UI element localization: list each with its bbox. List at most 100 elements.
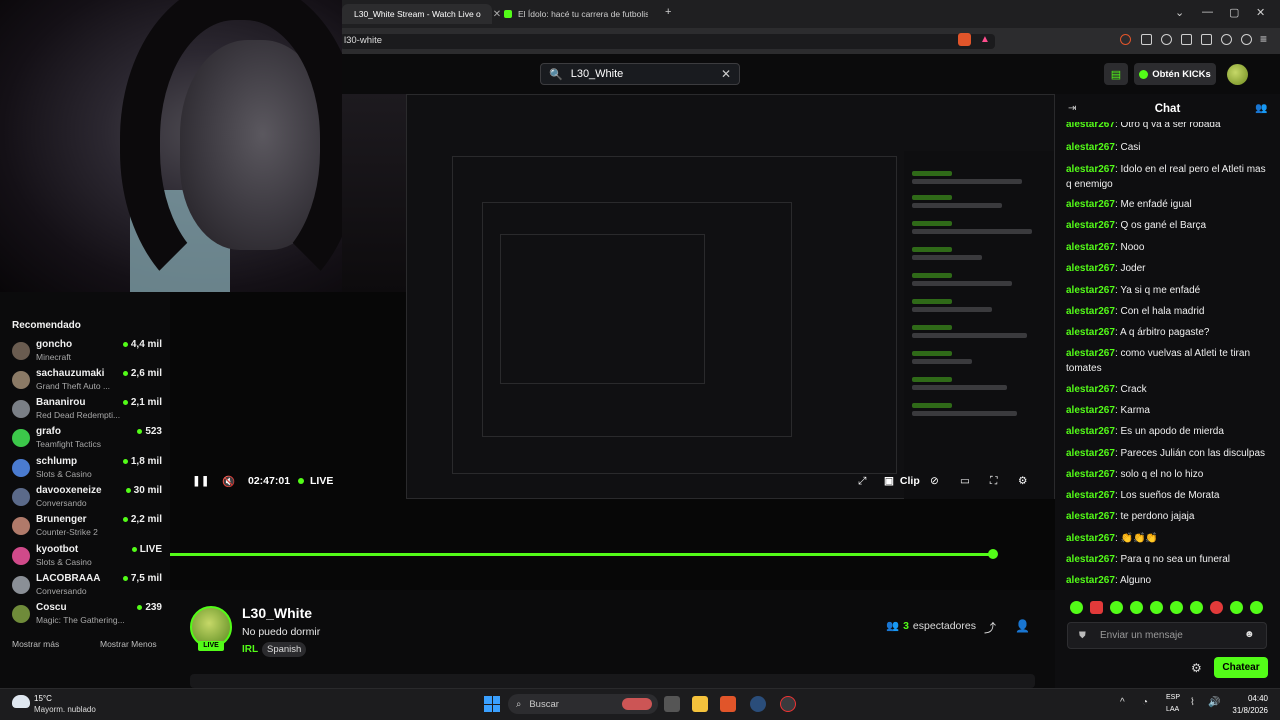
brave-rewards-icon[interactable]: ▲ xyxy=(980,34,990,45)
chat-username[interactable]: alestar267 xyxy=(1066,285,1115,296)
user-avatar[interactable] xyxy=(1227,64,1248,85)
keyboard-layout-indicator[interactable]: LAA xyxy=(1166,706,1179,713)
pip-button[interactable]: ▭ xyxy=(960,475,970,487)
chat-settings-gear-icon[interactable]: ⚙ xyxy=(1191,661,1202,675)
emote-icon[interactable] xyxy=(1170,601,1183,614)
new-tab-icon[interactable]: + xyxy=(665,6,671,18)
tab-list-chevron-icon[interactable]: ⌄ xyxy=(1175,6,1184,19)
emoji-picker-icon[interactable]: ☻ xyxy=(1244,629,1255,640)
chat-username[interactable]: alestar267 xyxy=(1066,327,1115,338)
chat-username[interactable]: alestar267 xyxy=(1066,533,1115,544)
emote-icon[interactable] xyxy=(1230,601,1243,614)
share-icon[interactable]: ⤴ xyxy=(984,619,996,636)
puzzle-icon[interactable] xyxy=(1141,34,1152,45)
wifi-icon[interactable]: ⌇ xyxy=(1190,697,1195,708)
menu-icon[interactable]: ≡ xyxy=(1260,32,1267,46)
chat-username[interactable]: alestar267 xyxy=(1066,348,1115,359)
sidebar-channel-bananirou[interactable]: Bananirou Red Dead Redempti... 2,1 mil xyxy=(12,397,162,423)
music-icon[interactable] xyxy=(1161,34,1172,45)
tray-chevron-icon[interactable]: ^ xyxy=(1120,697,1125,708)
clip-button[interactable]: ▣ Clip xyxy=(884,475,920,487)
chat-username[interactable]: alestar267 xyxy=(1066,384,1115,395)
clear-search-icon[interactable]: ✕ xyxy=(721,67,731,81)
chat-username[interactable]: alestar267 xyxy=(1066,469,1115,480)
url-field[interactable]: l30-white xyxy=(340,34,995,49)
chat-username[interactable]: alestar267 xyxy=(1066,220,1115,231)
sidebar-channel-brunenger[interactable]: Brunenger Counter-Strike 2 2,2 mil xyxy=(12,514,162,540)
steam-icon[interactable] xyxy=(750,696,766,712)
emote-icon[interactable] xyxy=(1110,601,1123,614)
streamer-name[interactable]: L30_White xyxy=(242,605,312,621)
search-input[interactable]: 🔍 L30_White ✕ xyxy=(540,63,740,85)
sidebar-channel-goncho[interactable]: goncho Minecraft 4,4 mil xyxy=(12,339,162,365)
stream-category[interactable]: IRL xyxy=(242,644,258,655)
sidebar-channel-schlump[interactable]: schlump Slots & Casino 1,8 mil xyxy=(12,456,162,482)
emote-icon[interactable] xyxy=(1090,601,1103,614)
emote-icon[interactable] xyxy=(1250,601,1263,614)
brave-browser-icon[interactable] xyxy=(720,696,736,712)
get-kicks-button[interactable]: Obtén KICKs xyxy=(1134,63,1216,85)
emote-icon[interactable] xyxy=(1070,601,1083,614)
chat-username[interactable]: alestar267 xyxy=(1066,575,1115,586)
sidebar-channel-lacobraaa[interactable]: LACOBRAAA Conversando 7,5 mil xyxy=(12,573,162,599)
sidebar-channel-kyootbot[interactable]: kyootbot Slots & Casino LIVE xyxy=(12,544,162,570)
maximize-icon[interactable]: ▢ xyxy=(1229,6,1239,19)
wallet-icon[interactable] xyxy=(1201,34,1212,45)
chat-username[interactable]: alestar267 xyxy=(1066,199,1115,210)
emote-icon[interactable] xyxy=(1190,601,1203,614)
show-more-link[interactable]: Mostrar más xyxy=(12,639,59,649)
star-icon[interactable] xyxy=(1221,34,1232,45)
start-button[interactable] xyxy=(484,696,500,712)
show-less-link[interactable]: Mostrar Menos xyxy=(100,639,157,649)
chat-message-input[interactable]: Enviar un mensaje xyxy=(1067,622,1267,649)
screenshot-button[interactable]: ⊘ xyxy=(930,475,939,487)
sidebar-icon[interactable] xyxy=(1181,34,1192,45)
language-indicator[interactable]: ESP xyxy=(1166,694,1180,701)
clock-date[interactable]: 31/8/2026 xyxy=(1228,706,1268,715)
chat-username[interactable]: alestar267 xyxy=(1066,490,1115,501)
settings-button[interactable]: ⚙ xyxy=(1018,475,1027,487)
chat-username[interactable]: alestar267 xyxy=(1066,263,1115,274)
sidebar-channel-grafo[interactable]: grafo Teamfight Tactics 523 xyxy=(12,426,162,452)
sidebar-channel-sachauzumaki[interactable]: sachauzumaki Grand Theft Auto ... 2,6 mil xyxy=(12,368,162,394)
emote-icon[interactable] xyxy=(1150,601,1163,614)
send-chat-button[interactable]: Chatear xyxy=(1214,657,1268,678)
chat-username[interactable]: alestar267 xyxy=(1066,405,1115,416)
extension-icon[interactable] xyxy=(1120,34,1131,45)
mute-button[interactable]: 🔇 xyxy=(222,475,235,488)
brave-shield-icon[interactable] xyxy=(958,33,971,46)
tab-el-idolo[interactable]: El Ídolo: hacé tu carrera de futbolista xyxy=(498,4,660,24)
file-explorer-icon[interactable] xyxy=(692,696,708,712)
progress-bar[interactable] xyxy=(170,553,994,556)
pause-button[interactable]: ❚❚ xyxy=(192,475,210,487)
chat-users-icon[interactable]: 👥 xyxy=(1255,103,1267,114)
language-tag[interactable]: Spanish xyxy=(262,642,307,657)
chat-username[interactable]: alestar267 xyxy=(1066,511,1115,522)
chat-username[interactable]: alestar267 xyxy=(1066,122,1115,130)
chat-username[interactable]: alestar267 xyxy=(1066,448,1115,459)
vpn-icon[interactable] xyxy=(1241,34,1252,45)
emote-icon[interactable] xyxy=(1130,601,1143,614)
taskbar-search[interactable]: ⌕ Buscar xyxy=(508,694,658,714)
clock-time[interactable]: 04:40 xyxy=(1228,694,1268,703)
tab-kick-stream[interactable]: L30_White Stream - Watch Live o ✕ xyxy=(342,4,501,24)
tray-app-icon[interactable]: ◔ xyxy=(1142,697,1148,708)
minimize-icon[interactable]: — xyxy=(1202,6,1213,18)
chat-username[interactable]: alestar267 xyxy=(1066,164,1115,175)
volume-icon[interactable]: 🔊 xyxy=(1208,697,1220,708)
sidebar-channel-coscu[interactable]: Coscu Magic: The Gathering... 239 xyxy=(12,602,162,628)
store-button[interactable]: ▤ xyxy=(1104,63,1128,85)
add-user-icon[interactable]: 👤 xyxy=(1015,619,1030,633)
close-window-icon[interactable]: ✕ xyxy=(1256,6,1265,19)
cloud-weather-icon[interactable] xyxy=(12,695,30,708)
sidebar-channel-davooxeneize[interactable]: davooxeneize Conversando 30 mil xyxy=(12,485,162,511)
chat-username[interactable]: alestar267 xyxy=(1066,306,1115,317)
obs-icon[interactable] xyxy=(780,696,796,712)
emote-icon[interactable] xyxy=(1210,601,1223,614)
chat-username[interactable]: alestar267 xyxy=(1066,426,1115,437)
theater-mode-button[interactable]: ⤢ xyxy=(858,475,866,488)
progress-handle[interactable] xyxy=(988,549,999,559)
fullscreen-toggle-button[interactable]: ⛶ xyxy=(990,475,997,488)
chat-username[interactable]: alestar267 xyxy=(1066,142,1115,153)
chat-username[interactable]: alestar267 xyxy=(1066,242,1115,253)
